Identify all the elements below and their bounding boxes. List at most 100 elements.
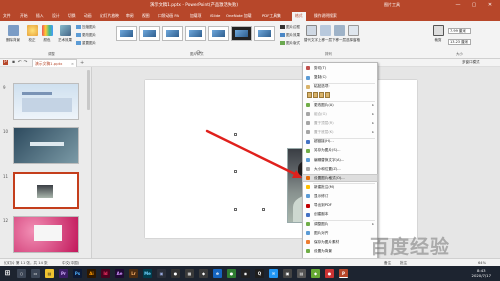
tab-islide[interactable]: iSlide <box>210 13 220 18</box>
context-menu-item[interactable]: 调整图片 ▸ <box>303 221 377 228</box>
multi-window-mode[interactable]: 多窗口模式 <box>462 60 480 65</box>
picture-style-3[interactable] <box>162 26 183 41</box>
context-menu-item[interactable]: 粘贴选项: <box>303 83 377 90</box>
windows-start-icon[interactable]: ⊞ <box>3 269 12 278</box>
illustrator-icon[interactable]: Ai <box>87 269 96 278</box>
thumbnail-scrollbar[interactable] <box>87 70 90 110</box>
picture-layout-button[interactable]: 图片版式 <box>280 41 300 46</box>
resize-handle[interactable] <box>262 208 265 211</box>
tab-insert[interactable]: 插入 <box>36 13 44 19</box>
paste-option-icon[interactable] <box>319 92 324 98</box>
folder-icon[interactable]: ▤ <box>45 269 54 278</box>
resize-handle[interactable] <box>234 170 237 173</box>
context-menu-item[interactable]: 保存为图片素材 <box>303 239 377 246</box>
app-icon-17[interactable]: ✉ <box>269 269 278 278</box>
picture-style-2[interactable] <box>139 26 160 41</box>
close-button[interactable]: ✕ <box>484 1 496 10</box>
app-icon-15[interactable]: ◉ <box>241 269 250 278</box>
document-tab[interactable]: 演示文稿1.pptx × <box>32 59 77 67</box>
tab-slideshow[interactable]: 幻灯片放映 <box>100 13 119 19</box>
context-menu-item[interactable]: 设置为背景 <box>303 248 377 255</box>
tab-addins[interactable]: 加载项 <box>190 13 201 19</box>
app-icon-21[interactable]: ● <box>325 269 334 278</box>
redo-icon[interactable]: ↷ <box>23 60 28 65</box>
tell-me-search[interactable]: 操作说明搜索 <box>314 13 337 19</box>
save-icon[interactable]: ▪ <box>11 60 16 65</box>
tab-design[interactable]: 设计 <box>52 13 60 19</box>
undo-icon[interactable]: ↶ <box>17 60 22 65</box>
context-menu-item[interactable]: 导出到PDF <box>303 202 377 209</box>
tab-animations[interactable]: 动画 <box>84 13 92 19</box>
after-effects-icon[interactable]: Ae <box>115 269 124 278</box>
context-menu-item[interactable]: 另存为图片(S)... <box>303 147 377 154</box>
task-view-icon[interactable]: ▭ <box>31 269 40 278</box>
resize-handle[interactable] <box>234 133 237 136</box>
picture-style-5[interactable] <box>208 26 229 41</box>
compress-pictures-button[interactable]: 压缩图片 <box>76 25 96 30</box>
context-menu-item[interactable]: 复制(C) <box>303 74 377 81</box>
app-icon-14[interactable]: ● <box>227 269 236 278</box>
app-icon-8[interactable]: Me <box>143 269 152 278</box>
app-icon-9[interactable]: ▣ <box>157 269 166 278</box>
context-menu-item[interactable]: 更改图片(A) ▸ <box>303 102 377 109</box>
context-menu-item[interactable]: 大小和位置(Z)... <box>303 166 377 173</box>
context-menu-item[interactable]: 编辑替换文字(A)... <box>303 157 377 164</box>
tab-review[interactable]: 审阅 <box>126 13 134 19</box>
paste-option-icon[interactable] <box>313 92 318 98</box>
change-picture-button[interactable]: 更改图片 <box>76 33 96 38</box>
context-menu-item[interactable]: 超链接(H)... <box>303 138 377 145</box>
app-icon-19[interactable]: ▤ <box>297 269 306 278</box>
new-tab-icon[interactable]: + <box>80 60 84 66</box>
context-menu-item[interactable]: 创建副本 <box>303 211 377 218</box>
crop-button[interactable]: 裁剪 <box>432 25 444 43</box>
tab-home[interactable]: 开始 <box>20 13 28 19</box>
picture-border-button[interactable]: 图片边框 <box>280 25 300 30</box>
app-icon-18[interactable]: ▣ <box>283 269 292 278</box>
alt-text-button[interactable]: 替代文字 <box>304 25 318 43</box>
browser-icon[interactable]: e <box>213 269 222 278</box>
tab-transitions[interactable]: 切换 <box>68 13 76 19</box>
resize-handle[interactable] <box>234 208 237 211</box>
bring-forward-button[interactable]: 上移一层 <box>318 25 332 43</box>
reset-picture-button[interactable]: 重置图片 <box>76 41 96 46</box>
app-icon-7[interactable]: Lr <box>129 269 138 278</box>
picture-style-7[interactable] <box>254 26 275 41</box>
tab-onenote[interactable]: OneNote 加载 <box>226 13 252 19</box>
premiere-icon[interactable]: Pr <box>59 269 68 278</box>
tab-file[interactable]: 文件 <box>3 13 11 19</box>
paste-option-icon[interactable] <box>325 92 330 98</box>
slide-thumb-10[interactable] <box>13 127 79 164</box>
context-menu-item[interactable]: 剪切(T) <box>303 65 377 72</box>
picture-effects-button[interactable]: 图片效果 <box>280 33 300 38</box>
app-icon-10[interactable]: ● <box>171 269 180 278</box>
tab-pocket-animation[interactable]: 口袋动画 PA <box>158 13 179 19</box>
zoom-level[interactable]: 64% <box>478 261 486 265</box>
app-icon-20[interactable]: ◆ <box>311 269 320 278</box>
indesign-icon[interactable]: Id <box>101 269 110 278</box>
search-icon[interactable]: ○ <box>17 269 26 278</box>
powerpoint-icon[interactable]: P <box>339 269 348 278</box>
app-icon-12[interactable]: ◆ <box>199 269 208 278</box>
paste-option-icon[interactable] <box>307 92 312 98</box>
color-button[interactable]: 颜色 <box>40 25 54 43</box>
qq-icon[interactable]: Q <box>255 269 264 278</box>
slide-thumb-12[interactable] <box>13 216 79 253</box>
system-clock[interactable]: 8:43 2020/7/17 <box>472 268 491 278</box>
height-field[interactable]: 7.99 厘米 <box>448 28 471 34</box>
tab-format[interactable]: 格式 <box>292 12 306 21</box>
app-icon-11[interactable]: ▦ <box>185 269 194 278</box>
slide-thumb-11[interactable] <box>13 172 79 209</box>
remove-background-button[interactable]: 删除背景 <box>3 25 23 43</box>
photoshop-icon[interactable]: Ps <box>73 269 82 278</box>
picture-style-4[interactable] <box>185 26 206 41</box>
picture-style-1[interactable] <box>116 26 137 41</box>
slide-thumb-9[interactable] <box>13 83 79 120</box>
tab-view[interactable]: 视图 <box>142 13 150 19</box>
maximize-button[interactable]: ▢ <box>468 1 480 10</box>
rotate-handle-icon[interactable]: ⟳ <box>196 49 204 57</box>
send-backward-button[interactable]: 下移一层 <box>332 25 346 43</box>
context-menu-item[interactable]: 显示修订 <box>303 193 377 200</box>
context-menu-item[interactable]: 新建批注(M) <box>303 184 377 191</box>
close-tab-icon[interactable]: × <box>71 61 74 66</box>
correct-button[interactable]: 校正 <box>25 25 39 43</box>
